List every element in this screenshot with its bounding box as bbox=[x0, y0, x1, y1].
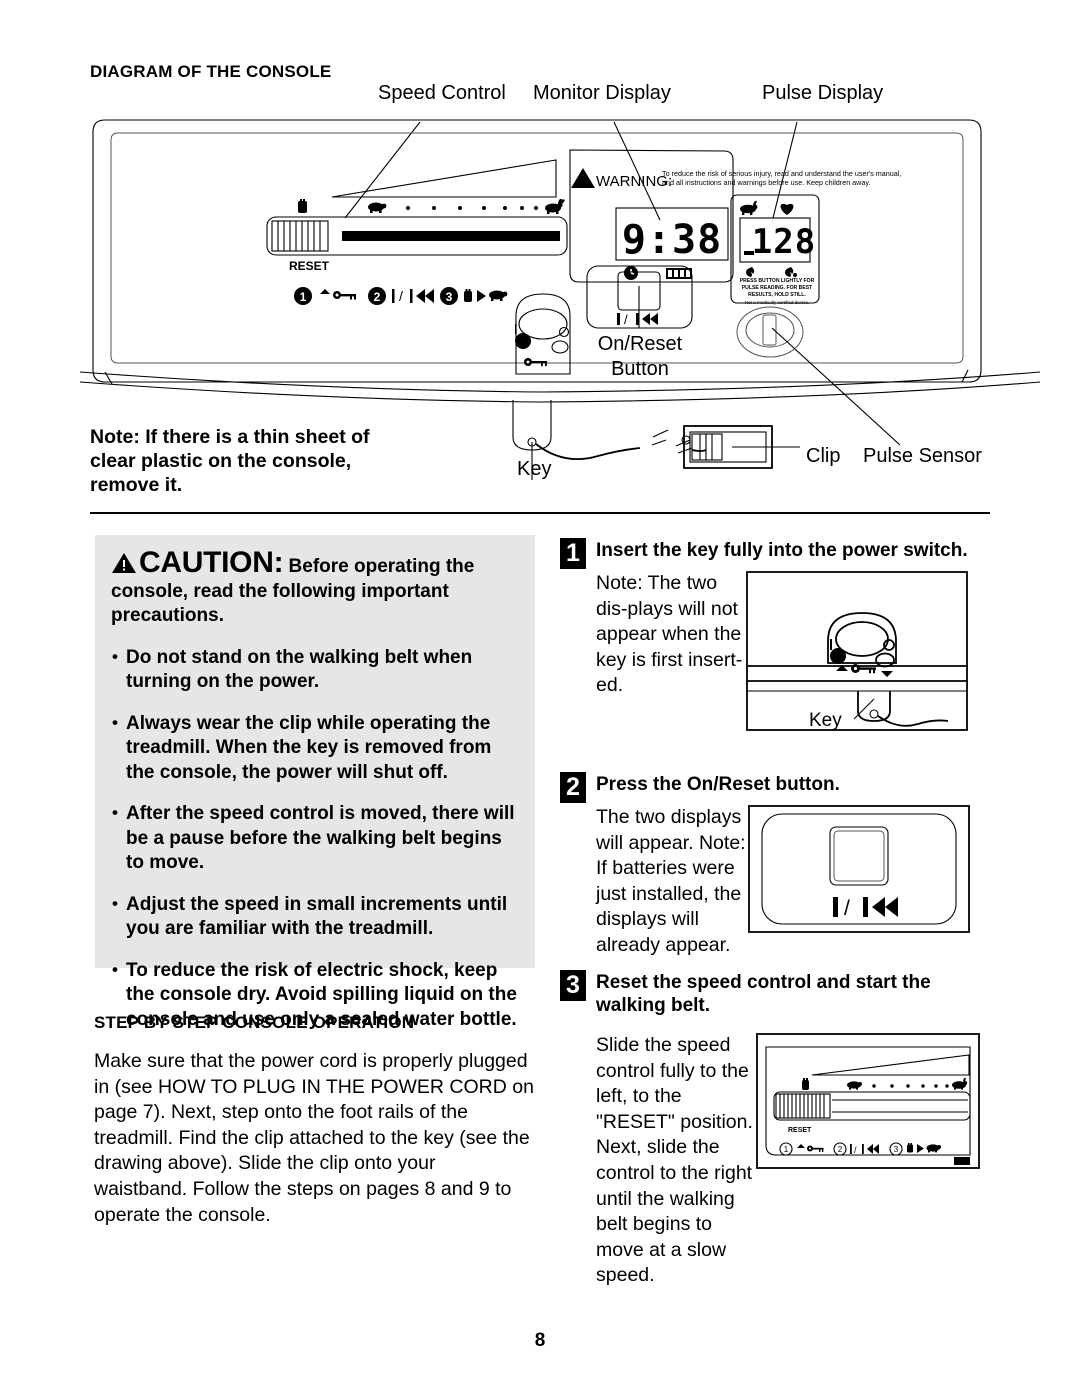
step-1-body: Note: The two dis-plays will not appear … bbox=[560, 571, 992, 731]
step-3-number: 3 bbox=[560, 970, 586, 1001]
svg-text:/: / bbox=[844, 897, 850, 920]
on-reset-button-outer bbox=[829, 826, 889, 886]
odometer-icon bbox=[666, 268, 692, 279]
step-3-body: Slide the speed control fully to the lef… bbox=[560, 1033, 992, 1289]
caution-heading: CAUTION: Before operating the console, r… bbox=[111, 548, 517, 629]
label-on-reset-button: On/Reset Button bbox=[597, 332, 683, 382]
warning-triangle-icon bbox=[111, 552, 137, 574]
console-inner-panel bbox=[110, 132, 964, 364]
svg-text:1: 1 bbox=[784, 1145, 789, 1154]
svg-text:Not a medically certified devi: Not a medically certified device. bbox=[745, 300, 810, 305]
pulse-sensor-note: PRESS BUTTON LIGHTLY FOR PULSE READING. … bbox=[740, 278, 815, 305]
step-1-text: Note: The two dis-plays will not appear … bbox=[596, 572, 743, 697]
step-2-text: The two displays will appear. Note: If b… bbox=[596, 806, 746, 956]
svg-text:2: 2 bbox=[838, 1145, 843, 1154]
power-indicator-dot bbox=[515, 333, 531, 349]
step-2: 2 Press the On/Reset button. The two dis… bbox=[560, 772, 992, 959]
step-by-step-heading: STEP BY STEP CONSOLE OPERATION bbox=[94, 1013, 415, 1032]
monitor-display-value: 9:38 bbox=[622, 217, 722, 263]
svg-text:RESET: RESET bbox=[788, 1127, 812, 1134]
on-reset-symbol: / bbox=[617, 312, 658, 327]
manual-page: DIAGRAM OF THE CONSOLE Speed Control Mon… bbox=[0, 0, 1080, 1397]
console-outer-shell bbox=[92, 119, 982, 383]
caution-item: After the speed control is moved, there … bbox=[111, 801, 517, 876]
console-step-icon-row: 1 2 / 3 bbox=[294, 287, 508, 305]
svg-text:To reduce the risk of serious: To reduce the risk of serious injury, re… bbox=[662, 169, 901, 178]
svg-text:PRESS BUTTON LIGHTLY FOR: PRESS BUTTON LIGHTLY FOR bbox=[740, 278, 815, 284]
speed-reset-label: RESET bbox=[289, 259, 330, 273]
svg-text:WARNING:: WARNING: bbox=[596, 173, 672, 190]
svg-text:RESULTS, HOLD STILL.: RESULTS, HOLD STILL. bbox=[748, 292, 806, 298]
label-pulse-sensor: Pulse Sensor bbox=[863, 445, 982, 467]
svg-text:PULSE READING. FOR BEST: PULSE READING. FOR BEST bbox=[742, 285, 813, 291]
page-number: 8 bbox=[534, 1330, 546, 1351]
clock-icon bbox=[624, 266, 638, 280]
console-plastic-note: Note: If there is a thin sheet of clear … bbox=[90, 426, 370, 496]
diagram-section-heading: DIAGRAM OF THE CONSOLE bbox=[90, 62, 332, 81]
step-3-figure: RESET 1 2 / 3 bbox=[756, 1033, 980, 1169]
caution-item: Always wear the clip while operating the… bbox=[111, 711, 517, 786]
speed-ramp-graphic bbox=[331, 159, 557, 198]
speed-scale-icons bbox=[298, 198, 565, 214]
caution-title-colon: : bbox=[273, 546, 284, 579]
svg-text:/: / bbox=[624, 312, 628, 327]
svg-text:1: 1 bbox=[300, 290, 307, 304]
label-on-reset-line2: Button bbox=[611, 358, 669, 380]
svg-text:3: 3 bbox=[446, 290, 453, 304]
step-3: 3 Reset the speed control and start the … bbox=[560, 970, 992, 1289]
pulse-sensor-button bbox=[736, 306, 804, 358]
svg-text:2: 2 bbox=[374, 290, 381, 304]
caution-item-list: Do not stand on the walking belt when tu… bbox=[111, 645, 517, 1033]
svg-text:and all instructions and warni: and all instructions and warnings before… bbox=[662, 178, 870, 187]
key-and-clip-assembly bbox=[512, 286, 901, 480]
speed-knob-reset-position bbox=[775, 1093, 831, 1119]
console-right-bracket bbox=[961, 369, 969, 383]
on-reset-button-inner bbox=[833, 830, 885, 882]
step-by-step-body: Make sure that the power cord is properl… bbox=[94, 1050, 534, 1226]
label-on-reset-line1: On/Reset bbox=[597, 333, 683, 355]
step-3-text: Slide the speed control fully to the lef… bbox=[596, 1034, 753, 1287]
pulse-sub-icon-right bbox=[785, 267, 797, 277]
console-warning-strip: WARNING: To reduce the risk of serious i… bbox=[571, 168, 901, 190]
leader-monitor-display bbox=[613, 121, 661, 221]
step-1-title: Insert the key fully into the power swit… bbox=[596, 540, 968, 561]
power-switch-housing bbox=[515, 293, 571, 375]
caution-title-word: CAUTION bbox=[139, 546, 274, 579]
speed-control-knob bbox=[271, 220, 329, 252]
caution-box: CAUTION: Before operating the console, r… bbox=[95, 535, 535, 1030]
pulse-display-value: 128 bbox=[752, 222, 816, 262]
rabbit-icon bbox=[740, 200, 758, 215]
step-3-title: Reset the speed control and start the wa… bbox=[596, 972, 931, 1016]
svg-text:/: / bbox=[854, 1145, 857, 1155]
pulse-sub-icon-left bbox=[746, 267, 755, 277]
step-2-title: Press the On/Reset button. bbox=[596, 774, 840, 795]
caution-item: Adjust the speed in small increments unt… bbox=[111, 892, 517, 942]
warning-triangle-icon bbox=[571, 168, 595, 188]
heart-icon bbox=[780, 203, 794, 215]
label-key: Key bbox=[517, 458, 552, 480]
step-2-number: 2 bbox=[560, 772, 586, 803]
step-1-number: 1 bbox=[560, 538, 586, 569]
key-glyph bbox=[524, 358, 547, 367]
step-2-figure: / bbox=[748, 805, 970, 933]
svg-text:3: 3 bbox=[894, 1145, 899, 1154]
svg-text:Key: Key bbox=[809, 710, 842, 731]
leader-speed-control bbox=[344, 121, 421, 219]
step-1: 1 Insert the key fully into the power sw… bbox=[560, 538, 992, 731]
section-divider bbox=[90, 512, 990, 514]
svg-text:/: / bbox=[399, 288, 403, 304]
step-2-body: The two displays will appear. Note: If b… bbox=[560, 805, 992, 959]
caution-item: Do not stand on the walking belt when tu… bbox=[111, 645, 517, 695]
speed-control-track bbox=[342, 231, 560, 241]
step-1-figure: Key bbox=[746, 571, 968, 731]
clip-cord bbox=[535, 443, 641, 461]
label-clip: Clip bbox=[806, 445, 841, 467]
